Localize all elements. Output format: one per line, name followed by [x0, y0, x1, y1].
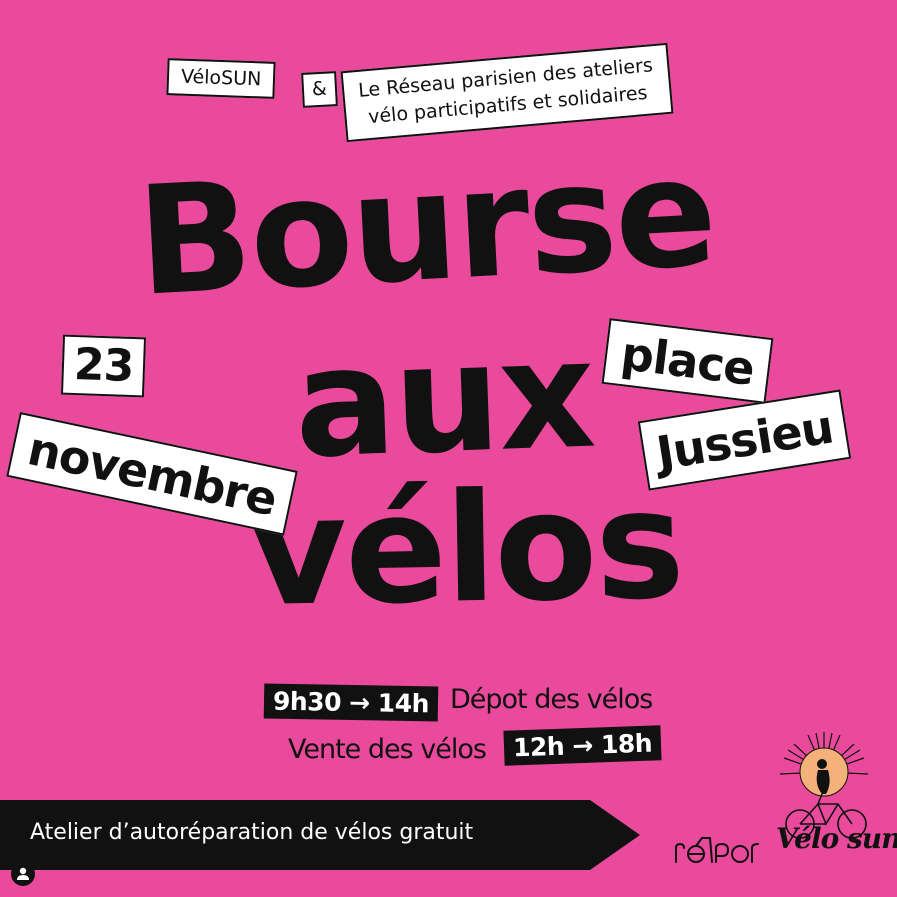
sale-label: Vente des vélos	[288, 734, 487, 765]
title-line-velos: vélos	[247, 458, 685, 640]
workshop-banner: Atelier d’autoréparation de vélos gratui…	[0, 800, 640, 870]
place-line1-tag: place	[601, 318, 774, 404]
velosun-wordmark: Vélo sun	[776, 822, 897, 855]
user-avatar-icon[interactable]	[11, 862, 35, 886]
poster: VéloSUN & Le Réseau parisien des atelier…	[0, 0, 897, 897]
org-tag-velosun: VéloSUN	[166, 58, 276, 99]
date-month: novembre	[23, 421, 282, 527]
ampersand-tag: &	[301, 71, 338, 108]
date-month-tag: novembre	[6, 412, 299, 536]
reseau-bike-logo-icon	[675, 837, 759, 863]
deposit-label: Dépot des vélos	[450, 684, 653, 715]
org-tag-reseau: Le Réseau parisien des ateliers vélo par…	[340, 42, 673, 143]
person-icon	[17, 867, 29, 880]
title-line-aux: aux	[291, 307, 597, 492]
date-day-tag: 23	[60, 334, 147, 398]
title-line-bourse: Bourse	[133, 125, 719, 330]
place-line2: Jussieu	[652, 399, 837, 481]
place-line2-tag: Jussieu	[637, 389, 852, 491]
date-day: 23	[73, 338, 135, 393]
place-line1: place	[618, 326, 757, 396]
workshop-banner-text: Atelier d’autoréparation de vélos gratui…	[30, 820, 474, 845]
ampersand-label: &	[311, 77, 328, 101]
org-velosun-label: VéloSUN	[180, 65, 262, 91]
deposit-time-badge: 9h30 → 14h	[263, 683, 439, 722]
sale-time-badge: 12h → 18h	[503, 725, 662, 766]
